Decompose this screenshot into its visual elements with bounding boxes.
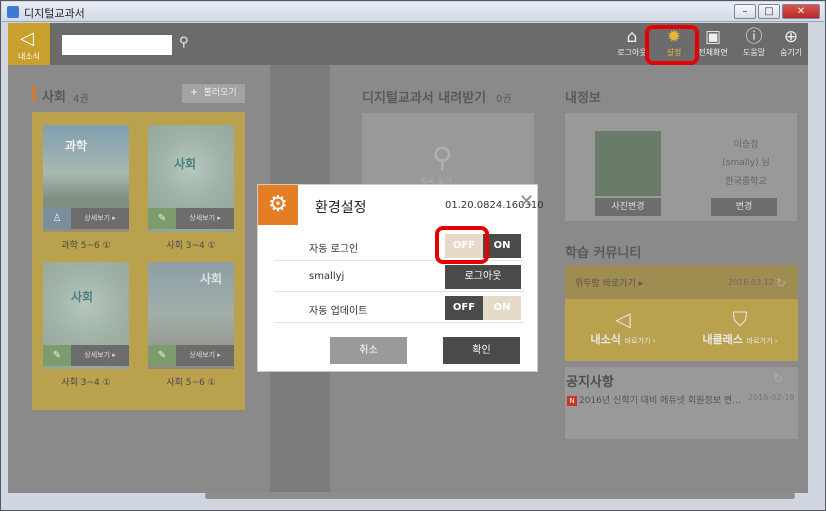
profile-name: 이승정 bbox=[733, 140, 759, 150]
minimize-button[interactable]: – bbox=[734, 4, 756, 19]
info-icon: ⓘ bbox=[745, 27, 763, 47]
fullscreen-button[interactable]: ▣ 전체화면 bbox=[695, 27, 731, 63]
app-icon bbox=[7, 6, 19, 18]
search-input[interactable] bbox=[62, 35, 172, 55]
change-profile-button[interactable]: 변경 bbox=[711, 198, 777, 216]
auto-login-label: 자동 로그인 bbox=[309, 244, 359, 255]
detail-button[interactable]: 상세보기 ▸ bbox=[176, 208, 234, 229]
new-badge: N bbox=[567, 396, 577, 406]
book-type-icon: ✎ bbox=[148, 345, 176, 366]
notice-title: 공지사항 bbox=[566, 375, 614, 390]
community-title: 학습 커뮤니티 bbox=[565, 246, 642, 261]
book-type-icon: ✎ bbox=[43, 345, 71, 366]
library-title: 사회 bbox=[42, 90, 66, 105]
book-cover-title: 사회 bbox=[71, 290, 94, 304]
profile-id: (smally) 님 bbox=[722, 158, 770, 168]
news-link-button[interactable]: ◁ 내소식 바로가기 › bbox=[566, 301, 680, 359]
dialog-title: 환경설정 bbox=[315, 200, 367, 216]
auto-login-highlight bbox=[435, 226, 489, 264]
search-icon: ⚲ bbox=[432, 141, 453, 174]
book-caption: 사회 3~4 ① bbox=[166, 241, 216, 251]
library-count: 4권 bbox=[73, 94, 89, 105]
help-button[interactable]: ⓘ 도움말 bbox=[736, 27, 772, 63]
plus-icon: + bbox=[190, 88, 198, 98]
news-tab[interactable]: ◁ 내소식 bbox=[8, 23, 50, 65]
refresh-icon[interactable]: ↻ bbox=[776, 276, 786, 290]
detail-button[interactable]: 상세보기 ▸ bbox=[176, 345, 234, 366]
book-cover-title: 사회 bbox=[200, 272, 223, 286]
notice-date: 2016-02-18 bbox=[748, 393, 795, 402]
download-count: 0권 bbox=[496, 94, 512, 105]
megaphone-icon: ◁ bbox=[615, 307, 631, 331]
horizontal-scrollbar[interactable] bbox=[205, 492, 795, 499]
detail-button[interactable]: 상세보기 ▸ bbox=[71, 208, 129, 229]
refresh-icon[interactable]: ↻ bbox=[773, 371, 783, 385]
book-caption: 사회 3~4 ① bbox=[61, 378, 111, 388]
close-window-button[interactable]: ✕ bbox=[782, 4, 820, 19]
news-tab-label: 내소식 bbox=[17, 52, 41, 61]
notice-item[interactable]: N 2016년 신학기 대비 에듀넷 회원정보 변… bbox=[567, 393, 741, 406]
community-date: 2016.03.12 bbox=[728, 278, 774, 287]
profile-photo bbox=[595, 131, 661, 196]
profile-school: 한국중학교 bbox=[725, 177, 767, 187]
logout-button[interactable]: 로그아웃 bbox=[445, 265, 521, 289]
cancel-button[interactable]: 취소 bbox=[330, 337, 407, 364]
download-title: 디지털교과서 내려받기 bbox=[362, 91, 487, 106]
search-icon[interactable]: ⚲ bbox=[179, 35, 195, 53]
maximize-button[interactable]: □ bbox=[758, 4, 780, 19]
profile-title: 내정보 bbox=[565, 91, 601, 106]
change-photo-button[interactable]: 사진변경 bbox=[595, 198, 661, 216]
import-button[interactable]: + 불러오기 bbox=[182, 84, 245, 103]
close-icon[interactable]: ✕ bbox=[519, 193, 534, 211]
book-cover-title: 과학 bbox=[65, 139, 88, 153]
gear-icon: ⚙ bbox=[258, 185, 298, 225]
book-type-icon: ♙ bbox=[43, 208, 71, 229]
hide-button[interactable]: ⊕ 숨기기 bbox=[773, 27, 809, 63]
detail-button[interactable]: 상세보기 ▸ bbox=[71, 345, 129, 366]
settings-dialog: ⚙ 환경설정 01.20.0824.160310 ✕ 자동 로그인 OFF ON… bbox=[257, 184, 544, 372]
settings-highlight bbox=[645, 25, 699, 65]
window-title: 디지털교과서 bbox=[24, 7, 85, 20]
auto-update-label: 자동 업데이트 bbox=[309, 306, 368, 317]
arrow-up-icon: ⊕ bbox=[783, 27, 799, 47]
book-cover-title: 사회 bbox=[174, 157, 197, 171]
book-type-icon: ✎ bbox=[148, 208, 176, 229]
auto-update-off-toggle[interactable]: OFF bbox=[445, 296, 483, 320]
title-bar: 디지털교과서 – □ ✕ bbox=[2, 2, 824, 22]
megaphone-icon: ◁ bbox=[20, 28, 34, 49]
account-id-label: smallyj bbox=[309, 271, 345, 282]
book-caption: 과학 5~6 ① bbox=[61, 241, 111, 251]
book-caption: 사회 5~6 ① bbox=[166, 378, 216, 388]
wedorang-link[interactable]: 위두랑 바로가기 ▸ bbox=[575, 276, 643, 289]
section-marker bbox=[32, 85, 35, 102]
class-link-button[interactable]: ⛉ 내클래스 바로가기 › bbox=[683, 301, 797, 359]
confirm-button[interactable]: 확인 bbox=[443, 337, 520, 364]
auto-update-on-toggle[interactable]: ON bbox=[483, 296, 521, 320]
shield-icon: ⛉ bbox=[732, 307, 748, 331]
fullscreen-icon: ▣ bbox=[704, 27, 722, 47]
